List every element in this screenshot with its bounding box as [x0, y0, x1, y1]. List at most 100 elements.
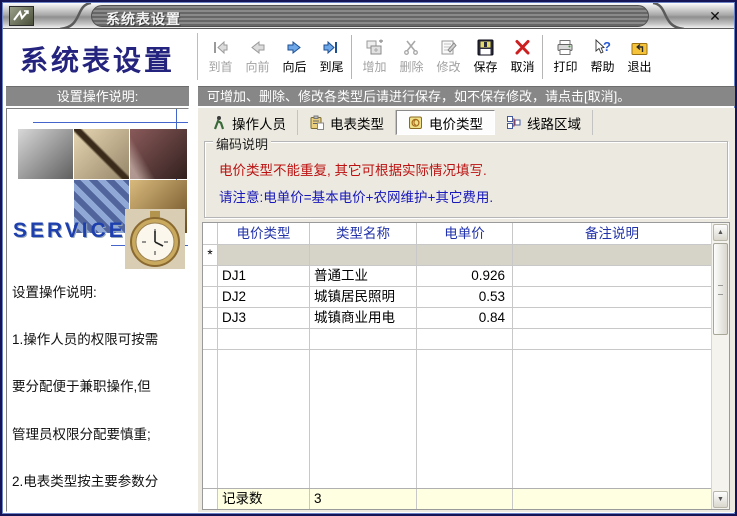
table-row[interactable]: DJ3 城镇商业用电 0.84: [203, 308, 711, 329]
line-area-icon: [506, 115, 521, 130]
modify-button: 修改: [430, 32, 467, 82]
modify-label: 修改: [436, 58, 460, 75]
instruction-line: 1.操作人员的权限可按需: [12, 332, 189, 348]
left-panel: SERVICE 设置操作说明: 1.操作人员的权限可按需 要分配便于兼职操作,但…: [6, 108, 189, 512]
save-label: 保存: [473, 58, 497, 75]
groupbox-note-red: 电价类型不能重复, 其它可根据实际情况填写.: [219, 159, 487, 179]
app-logo-icon: [9, 6, 34, 26]
toolbar-separator: [351, 35, 355, 79]
help-label: 帮助: [590, 58, 614, 75]
empty-row: [203, 329, 711, 350]
prev-label: 向前: [245, 58, 269, 75]
modify-icon: [439, 39, 459, 56]
row-selector[interactable]: [203, 287, 218, 308]
toolbar-separator: [542, 35, 546, 79]
exit-icon: [630, 39, 650, 56]
table-row[interactable]: DJ2 城镇居民照明 0.53: [203, 287, 711, 308]
app-window: 系统表设置 ✕ 系统表设置 到首 向前 向后 到尾: [0, 0, 737, 516]
column-header-price: 电单价: [417, 223, 513, 245]
price-type-icon: [408, 115, 423, 130]
titlebar-curve-right: [651, 3, 685, 29]
scroll-up-icon[interactable]: ▲: [713, 224, 728, 241]
column-header-note: 备注说明: [513, 223, 711, 245]
grid-new-row[interactable]: *: [203, 245, 711, 266]
cell-code[interactable]: DJ2: [218, 287, 310, 308]
cell[interactable]: [513, 245, 711, 266]
next-label: 向后: [282, 58, 306, 75]
page-title: 系统表设置: [20, 39, 175, 79]
cell-name[interactable]: 城镇商业用电: [310, 308, 417, 329]
help-icon: ?: [593, 39, 613, 56]
cell-name[interactable]: 城镇居民照明: [310, 287, 417, 308]
prev-button: 向前: [239, 32, 276, 82]
delete-icon: [402, 39, 422, 56]
close-button[interactable]: ✕: [706, 7, 724, 25]
cell[interactable]: [310, 245, 417, 266]
cell-note[interactable]: [513, 308, 711, 329]
cancel-button[interactable]: 取消: [504, 32, 541, 82]
scroll-down-icon[interactable]: ▼: [713, 491, 728, 508]
info-bar: 可增加、删除、修改各类型后请进行保存，如不保存修改，请点击[取消]。: [198, 86, 735, 106]
cell[interactable]: [218, 245, 310, 266]
add-button: 增加: [356, 32, 393, 82]
last-button[interactable]: 到尾: [313, 32, 350, 82]
first-icon: [211, 39, 231, 56]
save-button[interactable]: 保存: [467, 32, 504, 82]
prev-icon: [248, 39, 268, 56]
print-label: 打印: [553, 58, 577, 75]
row-selector[interactable]: [203, 308, 218, 329]
grid-corner-cell: [203, 223, 218, 245]
cell-code[interactable]: DJ1: [218, 266, 310, 287]
new-row-marker: *: [203, 245, 218, 266]
header-band: 系统表设置 到首 向前 向后 到尾 增加: [4, 29, 733, 84]
cell-name[interactable]: 普通工业: [310, 266, 417, 287]
cancel-label: 取消: [510, 58, 534, 75]
vertical-scrollbar[interactable]: ▲ ▼: [711, 223, 729, 509]
scrollbar-thumb[interactable]: [713, 243, 728, 335]
title-bar: 系统表设置 ✕: [3, 3, 734, 29]
tab-line-areas[interactable]: 线路区域: [495, 110, 593, 135]
tab-operators[interactable]: 操作人员: [200, 110, 298, 135]
cell-price[interactable]: 0.53: [417, 287, 513, 308]
instruction-line: 2.电表类型按主要参数分: [12, 474, 189, 490]
last-label: 到尾: [319, 58, 343, 75]
exit-label: 退出: [627, 58, 651, 75]
right-panel: 操作人员 电表类型 电价类型 线路区域 编码说明 电价类型不能重复, 其它可根据…: [198, 108, 735, 512]
cell-price[interactable]: 0.926: [417, 266, 513, 287]
titlebar-band: 系统表设置: [91, 5, 649, 27]
collage-pen-photo: [74, 129, 129, 179]
last-icon: [322, 39, 342, 56]
decor-line: [33, 122, 189, 123]
tab-label: 电价类型: [429, 113, 483, 133]
grid-header-row: 电价类型 类型名称 电单价 备注说明: [203, 223, 711, 245]
tab-label: 线路区域: [527, 113, 581, 133]
instruction-line: 设置操作说明:: [12, 285, 189, 301]
coding-notes-groupbox: 编码说明 电价类型不能重复, 其它可根据实际情况填写. 请注意:电单价=基本电价…: [204, 141, 728, 218]
grid-body: 电价类型 类型名称 电单价 备注说明 * DJ1 普通工业 0.926: [203, 223, 711, 509]
groupbox-note-blue: 请注意:电单价=基本电价+农网维护+其它费用.: [219, 186, 493, 206]
save-icon: [476, 39, 496, 56]
instruction-line: 要分配便于兼职操作,但: [12, 379, 189, 395]
first-button: 到首: [202, 32, 239, 82]
cell[interactable]: [417, 245, 513, 266]
cell-note[interactable]: [513, 287, 711, 308]
next-button[interactable]: 向后: [276, 32, 313, 82]
tab-meter-types[interactable]: 电表类型: [298, 110, 396, 135]
cancel-icon: [513, 39, 533, 56]
titlebar-curve-left: [59, 3, 93, 29]
cell-note[interactable]: [513, 266, 711, 287]
cell-price[interactable]: 0.84: [417, 308, 513, 329]
svg-text:?: ?: [603, 39, 611, 54]
cell-code[interactable]: DJ3: [218, 308, 310, 329]
instructions-block: 设置操作说明: 1.操作人员的权限可按需 要分配便于兼职操作,但 管理员权限分配…: [12, 253, 189, 512]
print-button[interactable]: 打印: [547, 32, 584, 82]
table-row[interactable]: DJ1 普通工业 0.926: [203, 266, 711, 287]
delete-label: 删除: [399, 58, 423, 75]
exit-button[interactable]: 退出: [621, 32, 658, 82]
collage-tool-photo: [18, 129, 73, 179]
help-button[interactable]: ? 帮助: [584, 32, 621, 82]
tab-price-types[interactable]: 电价类型: [396, 110, 495, 135]
toolbar: 到首 向前 向后 到尾 增加 删除: [202, 31, 658, 83]
operator-icon: [211, 115, 226, 130]
row-selector[interactable]: [203, 266, 218, 287]
